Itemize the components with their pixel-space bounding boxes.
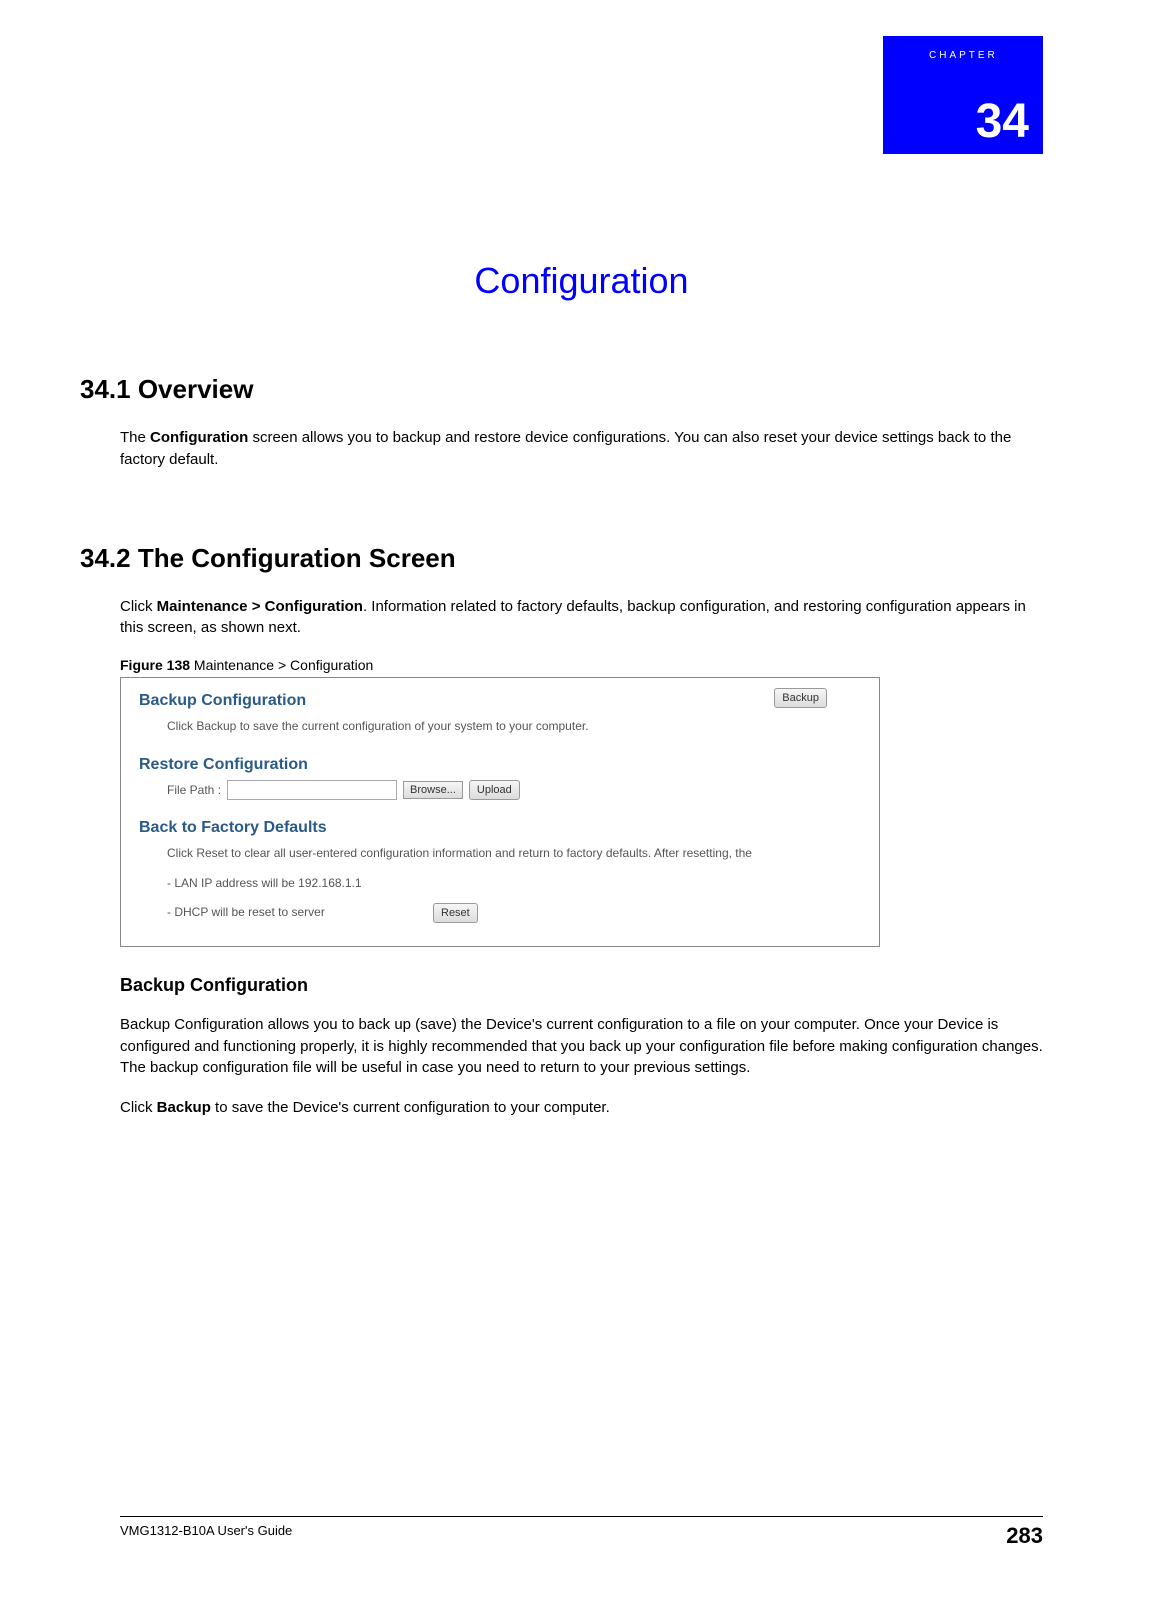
- backup-config-para2: Click Backup to save the Device's curren…: [120, 1097, 1043, 1119]
- figure-factory-line3: - DHCP will be reset to server: [167, 902, 427, 924]
- figure-backup-heading: Backup Configuration: [139, 692, 879, 710]
- figure-restore-heading: Restore Configuration: [139, 756, 879, 774]
- figure-screenshot: Backup Configuration Click Backup to sav…: [120, 677, 880, 947]
- text-bold: Backup: [157, 1099, 211, 1116]
- text: The: [120, 429, 150, 446]
- text-bold: Maintenance > Configuration: [157, 598, 363, 615]
- figure-factory-line1: Click Reset to clear all user-entered co…: [167, 843, 879, 865]
- chapter-label: CHAPTER: [929, 50, 998, 61]
- config-screen-paragraph: Click Maintenance > Configuration. Infor…: [120, 596, 1043, 640]
- figure-restore-section: Restore Configuration File Path : Browse…: [139, 756, 879, 802]
- figure-factory-heading: Back to Factory Defaults: [139, 819, 879, 837]
- figure-factory-line2: - LAN IP address will be 192.168.1.1: [167, 873, 879, 895]
- browse-button[interactable]: Browse...: [403, 781, 463, 799]
- chapter-number: 34: [976, 98, 1029, 146]
- text: Click: [120, 1099, 157, 1116]
- figure-backup-text: Click Backup to save the current configu…: [167, 716, 879, 738]
- footer-guide-name: VMG1312-B10A User's Guide: [120, 1523, 292, 1549]
- figure-factory-section: Back to Factory Defaults Click Reset to …: [139, 819, 879, 924]
- figure-backup-section: Backup Configuration Click Backup to sav…: [139, 692, 879, 738]
- text: screen allows you to backup and restore …: [120, 429, 1011, 468]
- overview-paragraph: The Configuration screen allows you to b…: [120, 427, 1043, 471]
- upload-button[interactable]: Upload: [469, 780, 520, 800]
- figure-caption: Figure 138 Maintenance > Configuration: [120, 657, 1043, 673]
- text: to save the Device's current configurati…: [211, 1099, 610, 1116]
- reset-button[interactable]: Reset: [433, 903, 478, 923]
- backup-config-para1: Backup Configuration allows you to back …: [120, 1014, 1043, 1079]
- backup-button[interactable]: Backup: [774, 688, 827, 708]
- figure-factory-line3-row: - DHCP will be reset to server Reset: [167, 902, 879, 924]
- page-footer: VMG1312-B10A User's Guide 283: [120, 1516, 1043, 1549]
- figure-restore-row: File Path : Browse... Upload: [167, 780, 879, 802]
- backup-config-subheading: Backup Configuration: [120, 975, 1043, 996]
- page-number: 283: [1006, 1523, 1043, 1549]
- section-overview-heading: 34.1 Overview: [80, 374, 1043, 405]
- figure-number: Figure 138: [120, 657, 190, 673]
- file-path-input[interactable]: [227, 780, 397, 800]
- text: Click: [120, 598, 157, 615]
- chapter-title: Configuration: [120, 260, 1043, 302]
- file-path-label: File Path :: [167, 780, 221, 802]
- figure-title: Maintenance > Configuration: [190, 657, 373, 673]
- chapter-number-box: CHAPTER 34: [883, 36, 1043, 154]
- section-config-screen-heading: 34.2 The Configuration Screen: [80, 543, 1043, 574]
- text-bold: Configuration: [150, 429, 248, 446]
